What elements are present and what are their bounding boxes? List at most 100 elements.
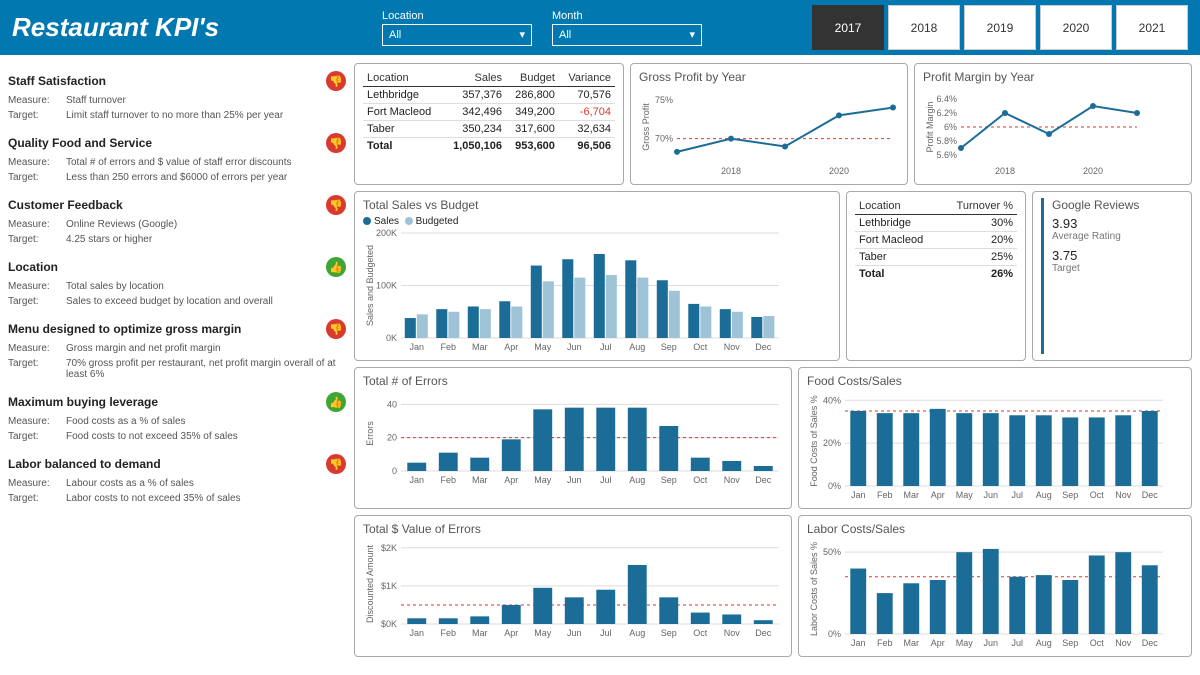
year-tab-2017[interactable]: 2017: [812, 5, 884, 50]
svg-text:Oct: Oct: [693, 342, 708, 352]
svg-text:Gross Profit: Gross Profit: [641, 103, 651, 151]
svg-text:Oct: Oct: [693, 475, 708, 485]
year-tab-2019[interactable]: 2019: [964, 5, 1036, 50]
svg-text:Feb: Feb: [877, 638, 893, 648]
errors-chart: Total # of Errors 02040JanFebMarAprMayJu…: [354, 367, 792, 509]
svg-text:75%: 75%: [655, 95, 673, 105]
month-select[interactable]: All ▾: [552, 24, 702, 46]
svg-text:Discounted Amount: Discounted Amount: [365, 544, 375, 623]
kpi-item: Location 👍 Measure:Total sales by locati…: [8, 257, 346, 307]
svg-text:0: 0: [392, 466, 397, 476]
sales-table: LocationSalesBudgetVariance Lethbridge35…: [363, 70, 615, 154]
kpi-title: Quality Food and Service: [8, 136, 152, 150]
svg-text:Mar: Mar: [472, 475, 488, 485]
chart-title: Total # of Errors: [363, 374, 783, 388]
kpi-item: Quality Food and Service 👎 Measure:Total…: [8, 133, 346, 183]
svg-text:Jan: Jan: [409, 475, 424, 485]
svg-text:Mar: Mar: [904, 490, 920, 500]
profit-margin-chart: Profit Margin by Year 5.6%5.8%6%6.2%6.4%…: [914, 63, 1192, 185]
svg-text:Jul: Jul: [600, 342, 612, 352]
table-total: Total26%: [855, 266, 1017, 283]
reviews-value: 3.93: [1052, 216, 1139, 231]
svg-text:0%: 0%: [828, 481, 841, 491]
google-reviews-card: Google Reviews 3.93 Average Rating 3.75 …: [1032, 191, 1192, 361]
page-title: Restaurant KPI's: [12, 12, 382, 43]
svg-text:Feb: Feb: [877, 490, 893, 500]
svg-text:40: 40: [387, 399, 397, 409]
svg-text:2018: 2018: [995, 166, 1015, 176]
year-tab-2021[interactable]: 2021: [1116, 5, 1188, 50]
svg-text:May: May: [956, 638, 974, 648]
svg-text:Dec: Dec: [755, 628, 772, 638]
svg-text:Dec: Dec: [755, 475, 772, 485]
svg-text:Sep: Sep: [661, 628, 677, 638]
labor-costs-chart: Labor Costs/Sales 0%50%JanFebMarAprMayJu…: [798, 515, 1192, 657]
legend-dot-icon: [363, 217, 371, 225]
svg-text:May: May: [534, 342, 552, 352]
svg-text:May: May: [534, 475, 552, 485]
svg-text:Oct: Oct: [1090, 638, 1105, 648]
thumb-up-icon: 👍: [326, 257, 346, 277]
month-value: All: [559, 29, 571, 41]
table-row: Lethbridge357,376286,80070,576: [363, 87, 615, 104]
svg-text:Nov: Nov: [724, 475, 741, 485]
svg-text:Sep: Sep: [1062, 490, 1078, 500]
reviews-target-label: Target: [1052, 263, 1139, 274]
svg-text:Jun: Jun: [567, 342, 582, 352]
svg-text:Aug: Aug: [629, 475, 645, 485]
thumb-down-icon: 👎: [326, 71, 346, 91]
svg-text:Jan: Jan: [409, 342, 424, 352]
svg-text:Mar: Mar: [904, 638, 920, 648]
svg-text:May: May: [956, 490, 974, 500]
svg-text:Feb: Feb: [440, 475, 456, 485]
svg-text:$1K: $1K: [381, 581, 397, 591]
svg-text:Jun: Jun: [567, 628, 582, 638]
svg-text:Aug: Aug: [1036, 490, 1052, 500]
svg-text:Jan: Jan: [851, 490, 866, 500]
svg-text:5.8%: 5.8%: [936, 136, 957, 146]
location-filter: Location All ▾: [382, 10, 532, 46]
svg-text:Mar: Mar: [472, 342, 488, 352]
kpi-item: Maximum buying leverage 👍 Measure:Food c…: [8, 392, 346, 442]
svg-text:Errors: Errors: [365, 421, 375, 446]
chevron-down-icon: ▾: [689, 28, 695, 41]
svg-text:$0K: $0K: [381, 619, 397, 629]
kpi-title: Staff Satisfaction: [8, 74, 106, 88]
legend-dot-icon: [405, 217, 413, 225]
svg-text:Labor Costs of Sales %: Labor Costs of Sales %: [809, 542, 819, 636]
svg-text:Jun: Jun: [983, 490, 998, 500]
svg-text:20: 20: [387, 433, 397, 443]
svg-text:Nov: Nov: [724, 342, 741, 352]
thumb-down-icon: 👎: [326, 454, 346, 474]
svg-text:Food Costs of Sales %: Food Costs of Sales %: [809, 395, 819, 487]
svg-text:Jul: Jul: [600, 628, 612, 638]
svg-text:May: May: [534, 628, 552, 638]
svg-text:2020: 2020: [1083, 166, 1103, 176]
svg-text:200K: 200K: [376, 229, 397, 238]
table-row: Taber25%: [855, 249, 1017, 266]
chart-title: Food Costs/Sales: [807, 374, 1183, 388]
svg-text:0K: 0K: [386, 333, 397, 343]
location-select[interactable]: All ▾: [382, 24, 532, 46]
svg-text:40%: 40%: [823, 395, 841, 405]
table-row: Fort Macleod342,496349,200-6,704: [363, 104, 615, 121]
table-row: Lethbridge30%: [855, 215, 1017, 232]
svg-text:Apr: Apr: [504, 475, 518, 485]
svg-text:Dec: Dec: [1142, 638, 1159, 648]
kpi-title: Customer Feedback: [8, 198, 123, 212]
svg-text:Jul: Jul: [1011, 490, 1023, 500]
location-filter-label: Location: [382, 10, 532, 22]
year-tab-2018[interactable]: 2018: [888, 5, 960, 50]
svg-text:Dec: Dec: [755, 342, 772, 352]
kpi-title: Menu designed to optimize gross margin: [8, 322, 241, 336]
svg-text:100K: 100K: [376, 281, 397, 291]
svg-text:$2K: $2K: [381, 543, 397, 553]
svg-text:Sep: Sep: [1062, 638, 1078, 648]
year-tab-2020[interactable]: 2020: [1040, 5, 1112, 50]
turnover-table: LocationTurnover % Lethbridge30%Fort Mac…: [855, 198, 1017, 282]
svg-text:2018: 2018: [721, 166, 741, 176]
table-row: Fort Macleod20%: [855, 232, 1017, 249]
gross-profit-chart: Gross Profit by Year 70%75%20182020Gross…: [630, 63, 908, 185]
svg-text:Nov: Nov: [724, 628, 741, 638]
svg-text:Nov: Nov: [1115, 638, 1132, 648]
